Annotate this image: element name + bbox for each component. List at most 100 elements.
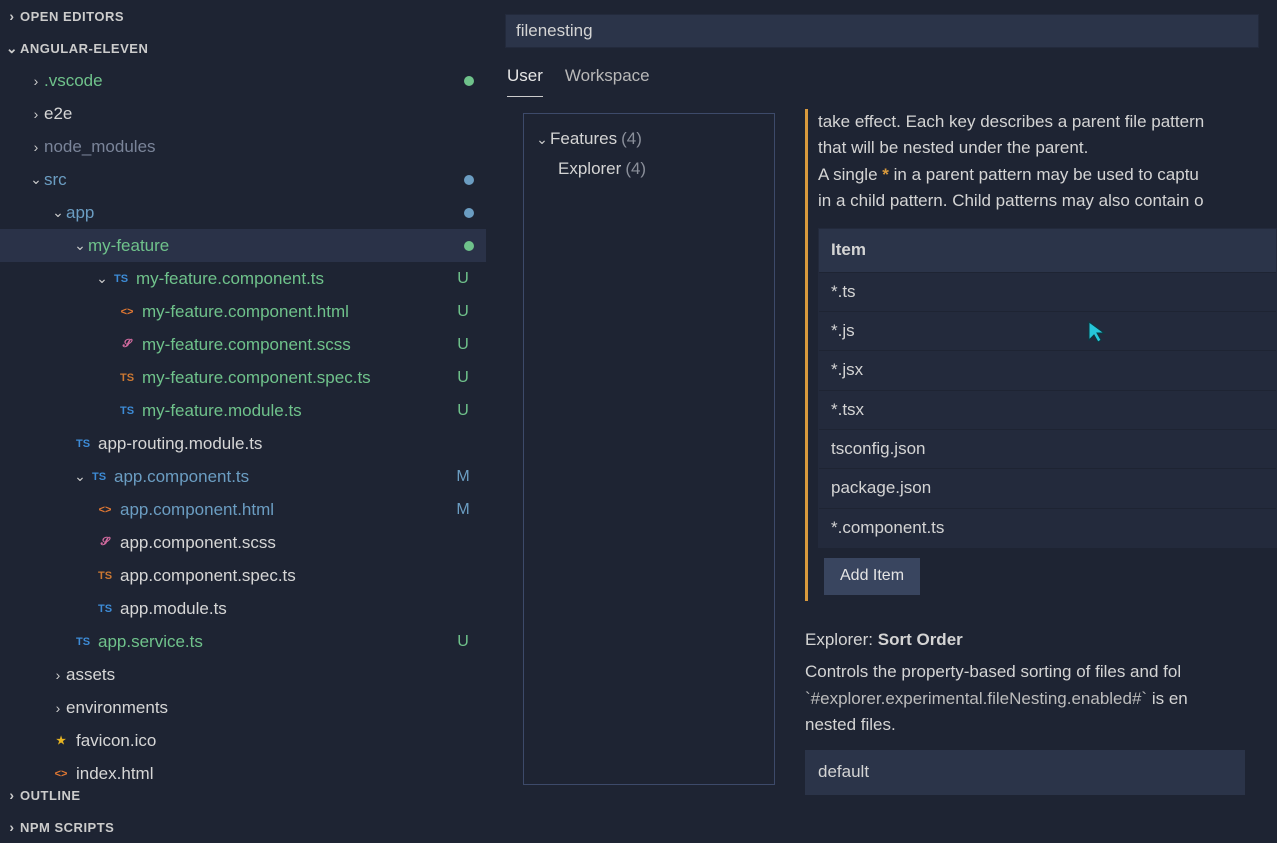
outline-label: OUTLINE [20,788,81,803]
tree-row[interactable]: ⌄app [0,196,486,229]
chevron-down-icon: ⌄ [4,40,20,57]
open-editors-header[interactable]: › OPEN EDITORS [0,0,486,32]
settings-toc: ⌄ Features (4) Explorer (4) [487,97,775,843]
chevron-down-icon: ⌄ [72,237,88,254]
tree-row[interactable]: 𝓢app.component.scss [0,526,486,559]
git-status-dot-icon [464,175,474,185]
git-status-dot-icon [464,208,474,218]
settings-search-input[interactable] [505,14,1259,48]
tree-row[interactable]: ⌄TSmy-feature.component.tsU [0,262,486,295]
tree-row[interactable]: ›e2e [0,97,486,130]
pattern-item[interactable]: *.jsx [819,350,1276,389]
tree-row[interactable]: ★ favicon.ico [0,724,486,757]
file-type-icon: <> [116,306,138,318]
tree-row[interactable]: <>app.component.htmlM [0,493,486,526]
chevron-down-icon: ⌄ [534,131,550,148]
tree-item-label: favicon.ico [76,731,474,751]
tree-item-label: e2e [44,104,474,124]
desc-line: take effect. Each key describes a parent… [818,109,1277,135]
file-type-icon: TS [116,372,138,384]
tree-row[interactable]: ⌄my-feature [0,229,486,262]
sort-order-select[interactable]: default [805,750,1245,794]
pattern-item[interactable]: *.tsx [819,390,1276,429]
npm-scripts-header[interactable]: › NPM SCRIPTS [0,811,486,843]
file-type-icon: TS [72,438,94,450]
file-type-icon: 𝓢 [116,338,138,351]
git-status-badge: U [452,633,474,651]
chevron-right-icon: › [28,73,44,89]
file-type-icon: <> [94,504,116,516]
tree-item-label: assets [66,665,474,685]
tree-row[interactable]: ›.vscode [0,64,486,97]
chevron-down-icon: ⌄ [72,468,88,485]
tree-item-label: app [66,203,464,223]
tree-row[interactable]: TS app.component.spec.ts [0,559,486,592]
tree-item-label: index.html [76,764,474,780]
tree-item-label: my-feature.component.spec.ts [142,368,452,388]
tree-row[interactable]: ›node_modules [0,130,486,163]
toc-explorer-count: (4) [625,159,646,179]
pattern-item[interactable]: *.ts [819,272,1276,311]
tree-item-label: app.component.spec.ts [120,566,474,586]
tree-item-label: environments [66,698,474,718]
desc-line: nested files. [805,712,1277,738]
tree-row[interactable]: ›environments [0,691,486,724]
file-type-icon: TS [94,603,116,615]
tree-row[interactable]: TS app-routing.module.ts [0,427,486,460]
chevron-down-icon: ⌄ [94,270,110,287]
tree-row[interactable]: <> index.html [0,757,486,779]
file-type-icon: TS [94,570,116,582]
chevron-right-icon: › [50,700,66,716]
tree-item-label: app.service.ts [98,632,452,652]
file-type-icon: TS [116,405,138,417]
file-type-icon: TS [88,471,110,483]
tree-row[interactable]: ⌄src [0,163,486,196]
chevron-right-icon: › [50,667,66,683]
chevron-right-icon: › [28,106,44,122]
tree-row[interactable]: TS app.service.tsU [0,625,486,658]
tree-item-label: app.component.ts [114,467,452,487]
chevron-right-icon: › [4,8,20,24]
tree-row[interactable]: TSmy-feature.component.spec.tsU [0,361,486,394]
settings-search-bar [487,0,1277,48]
tab-workspace[interactable]: Workspace [565,66,650,97]
tree-row[interactable]: 𝓢my-feature.component.scssU [0,328,486,361]
git-status-badge: U [452,402,474,420]
desc-line: in a child pattern. Child patterns may a… [818,188,1277,214]
project-header[interactable]: ⌄ ANGULAR-ELEVEN [0,32,486,64]
toc-explorer[interactable]: Explorer (4) [534,154,764,184]
tree-item-label: .vscode [44,71,464,91]
patterns-table: Item *.ts*.js*.jsx*.tsxtsconfig.jsonpack… [818,228,1277,548]
file-type-icon: TS [72,636,94,648]
file-type-icon: ★ [50,734,72,747]
wildcard-star: * [882,165,889,184]
git-status-badge: U [452,303,474,321]
toc-features[interactable]: ⌄ Features (4) [534,124,764,154]
tree-row[interactable]: TSapp.module.ts [0,592,486,625]
pattern-item[interactable]: tsconfig.json [819,429,1276,468]
git-status-badge: M [452,468,474,486]
tree-row[interactable]: TSmy-feature.module.tsU [0,394,486,427]
tree-row[interactable]: ⌄TS app.component.tsM [0,460,486,493]
tree-row[interactable]: ›assets [0,658,486,691]
desc-line: A single * in a parent pattern may be us… [818,162,1277,188]
file-tree[interactable]: ›.vscode›e2e›node_modules⌄src⌄app⌄my-fea… [0,64,486,779]
pattern-item[interactable]: package.json [819,468,1276,507]
pattern-item[interactable]: *.component.ts [819,508,1276,547]
patterns-table-header: Item [819,229,1276,271]
tree-row[interactable]: <>my-feature.component.htmlU [0,295,486,328]
toc-features-count: (4) [621,129,642,149]
pattern-item[interactable]: *.js [819,311,1276,350]
file-type-icon: <> [50,768,72,780]
tree-item-label: app-routing.module.ts [98,434,474,454]
tree-item-label: my-feature.component.scss [142,335,452,355]
npm-scripts-label: NPM SCRIPTS [20,820,114,835]
desc-line: Controls the property-based sorting of f… [805,659,1277,685]
chevron-down-icon: ⌄ [50,204,66,221]
settings-content: take effect. Each key describes a parent… [775,97,1277,843]
add-item-button[interactable]: Add Item [824,558,920,595]
sort-order-title: Explorer: Sort Order [805,627,1277,653]
outline-header[interactable]: › OUTLINE [0,779,486,811]
tree-item-label: node_modules [44,137,474,157]
tab-user[interactable]: User [507,66,543,97]
